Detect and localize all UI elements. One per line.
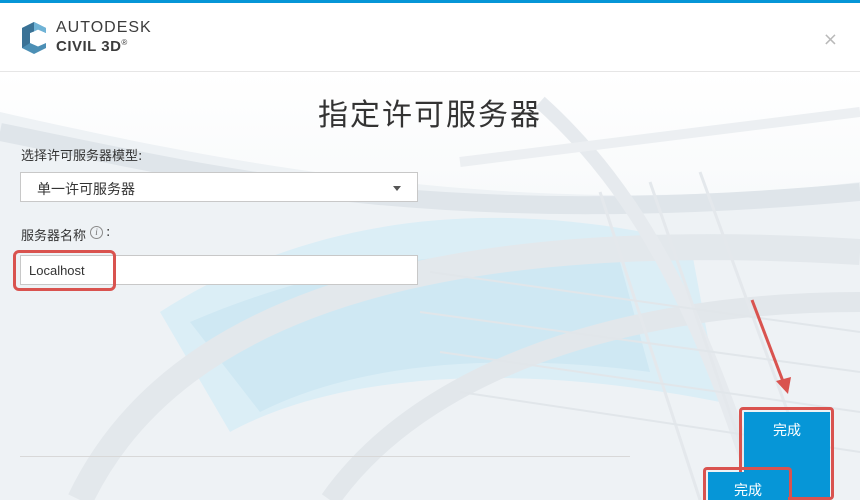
registered-mark: ® [121,38,128,47]
license-model-selected: 单一许可服务器 [37,182,135,198]
model-label: 选择许可服务器模型: [21,149,143,164]
footer-divider [20,456,630,457]
license-model-select[interactable]: 单一许可服务器 [20,172,418,202]
close-button[interactable]: × [823,31,838,49]
server-name-highlight [13,250,116,291]
server-name-label-colon: : [106,225,111,240]
product-name: CIVIL 3D® [56,38,128,55]
dialog-header: AUTODESK CIVIL 3D® × [0,3,860,72]
info-icon[interactable]: i [90,226,103,239]
server-name-label: 服务器名称 [21,229,87,244]
finish-button-duplicate-highlight [703,467,792,500]
background-artwork [0,72,860,500]
product-name-text: CIVIL 3D [56,38,122,55]
civil3d-logo-icon [22,22,46,54]
bridge-illustration [0,96,860,500]
chevron-down-icon [393,186,401,191]
brand-name: AUTODESK [56,19,152,36]
page-title: 指定许可服务器 [318,98,542,133]
close-icon: × [822,29,838,50]
